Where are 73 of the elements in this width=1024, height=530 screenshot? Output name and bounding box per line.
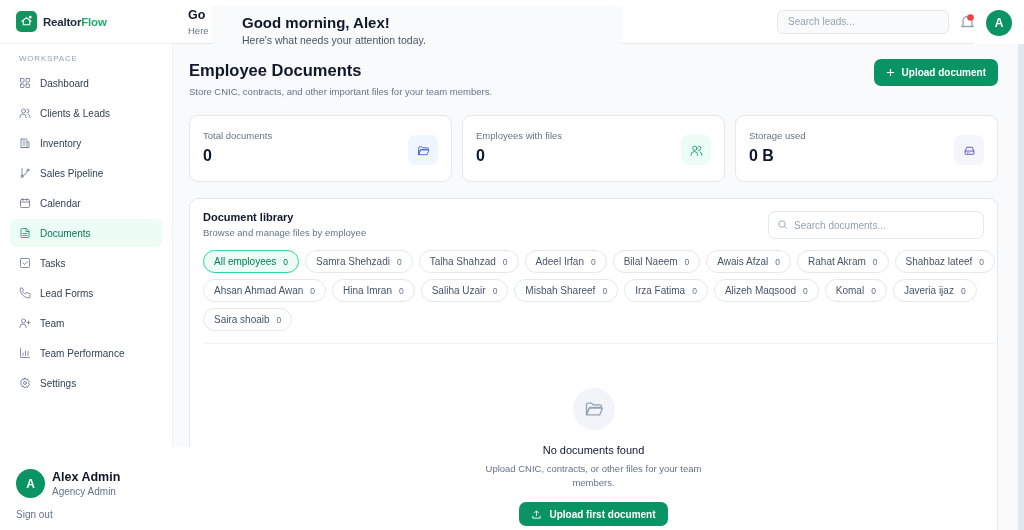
folder-icon [416,143,430,157]
logo-icon [16,11,37,32]
sidebar-item[interactable]: Team [10,309,162,337]
employee-filter-chip[interactable]: Adeel Irfan 0 [524,250,607,273]
brand-name: RealtorFlow [43,15,107,28]
building-icon [19,137,31,149]
sidebar-item[interactable]: Dashboard [10,69,162,97]
page-title: Employee Documents [189,61,363,80]
user-name: Alex Admin [52,470,121,484]
user-plus-icon [19,317,31,329]
branch-icon [19,167,31,179]
stat-value: 0 [203,147,213,165]
user-role: Agency Admin [52,486,117,497]
users-icon [19,107,31,119]
stat-label: Total documents [203,130,273,141]
bell-icon[interactable] [961,13,974,30]
bar-chart-icon [19,347,31,359]
search-icon [777,219,788,230]
sidebar-item[interactable]: Clients & Leads [10,99,162,127]
phone-icon [19,287,31,299]
stat-label: Employees with files [476,130,563,141]
user-avatar[interactable]: A [986,10,1012,36]
plus-icon [885,68,895,77]
section-label: WORKSPACE [18,53,79,65]
empty-state-title: No documents found [542,444,645,456]
search-field[interactable]: Search leads... [777,9,949,34]
sidebar-item[interactable]: Team Performance [10,339,162,367]
sidebar-item[interactable]: Lead Forms [10,279,162,307]
stat-label: Storage used [749,130,806,141]
page-subheading: Here [188,24,209,36]
library-subtitle: Browse and manage files by employee [203,227,367,238]
calendar-icon [19,197,31,209]
sidebar-item[interactable]: Calendar [10,189,162,217]
employee-filter-chip[interactable]: Samra Shehzadi 0 [305,250,413,273]
employee-filter-chip[interactable]: Hina Imran 0 [332,279,415,302]
stat-value: 0 [476,147,486,165]
stat-value: 0 B [749,147,775,165]
grid-icon [19,77,31,89]
sidebar-item[interactable]: Settings [10,369,162,397]
empty-state-text: Upload CNIC, contracts, or other files for your team members. [484,462,703,490]
checkbox-icon [19,257,31,269]
library-title: Document library [203,211,295,223]
sign-out-link[interactable]: Sign out [16,509,53,520]
upload-button[interactable]: Upload document [873,59,998,86]
page-heading: Go [188,7,207,22]
upload-first-button[interactable]: Upload first document [519,502,668,526]
employee-filter-chip[interactable]: Shahbaz lateef 0 [894,250,996,273]
sidebar-item[interactable]: Tasks [10,249,162,277]
employee-filter-chip[interactable]: Javeria ijaz 0 [892,279,977,302]
employee-filter-chip[interactable]: Misbah Shareef 0 [514,279,619,302]
upload-icon [531,508,543,520]
sidebar-item[interactable]: Documents [10,219,162,247]
greeting-subtitle: Here's what needs your attention today. [242,34,427,46]
sidebar-item[interactable]: Sales Pipeline [10,159,162,187]
document-icon [19,227,31,239]
greeting-title: Good morning, Alex! [242,14,391,31]
employee-filter-chip[interactable]: Awais Afzal 0 [706,250,792,273]
employee-filter-chip[interactable]: Bilal Naeem 0 [612,250,701,273]
employee-filter-chip[interactable]: Talha Shahzad 0 [418,250,519,273]
employee-filter-chip[interactable]: Saliha Uzair 0 [420,279,509,302]
employee-filter-chip[interactable]: Komal 0 [824,279,887,302]
user-avatar: A [16,469,45,498]
search-documents-field[interactable]: Search documents... [768,211,984,239]
employee-filter-chip[interactable]: Alizeh Maqsood 0 [713,279,819,302]
sidebar-item[interactable]: Inventory [10,129,162,157]
settings-icon [19,377,31,389]
page-description: Store CNIC, contracts, and other important files for your team members. [189,86,493,97]
employee-filter-chip[interactable]: Irza Fatima 0 [624,279,708,302]
employee-filter-chip[interactable]: Saira shoaib 0 [203,308,293,331]
employee-filter-chip[interactable]: Rahat Akram 0 [797,250,889,273]
users-icon [689,143,703,157]
employee-filter-chip[interactable]: Ahsan Ahmad Awan 0 [203,279,327,302]
employee-filter-chip[interactable]: All employees 0 [203,250,299,273]
